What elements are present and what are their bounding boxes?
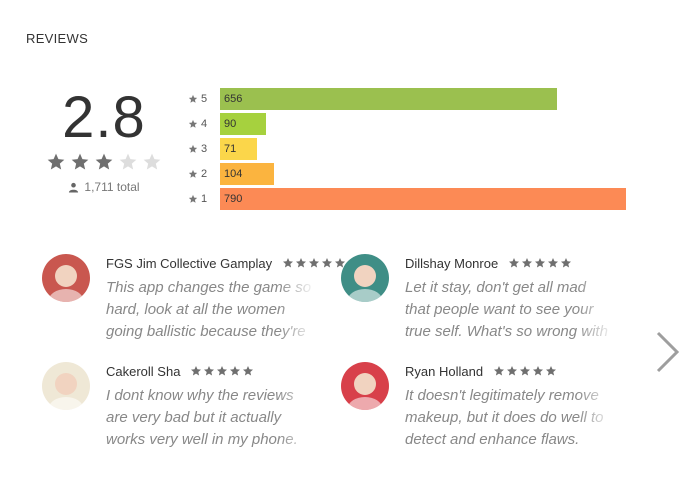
star-icon [533,366,544,376]
histogram-row: 4 90 [188,111,628,136]
star-empty-icon [119,153,137,170]
star-icon [188,144,198,153]
star-icon [296,258,307,268]
histogram-star-label: 4 [188,118,220,130]
star-icon [188,94,198,103]
star-icon [494,366,505,376]
histogram-row: 1 790 [188,186,628,211]
star-icon [309,258,320,268]
next-reviews-button[interactable] [652,330,682,374]
review-text: Let it stay, don't get all mad that peop… [405,279,608,340]
review-stars [508,257,572,269]
histogram-star-label: 2 [188,168,220,180]
star-icon [509,258,520,268]
star-filled-icon [95,153,113,170]
histogram-star-number: 3 [201,142,208,155]
star-filled-icon [47,153,65,170]
star-icon [230,366,241,376]
star-icon [217,366,228,376]
histogram-bar: 790 [220,187,626,210]
star-icon [204,366,215,376]
star-icon [188,119,198,128]
star-icon [520,366,531,376]
histogram-bar: 71 [220,137,257,160]
star-icon [546,366,557,376]
review-stars [190,365,254,377]
avatar[interactable] [341,362,389,410]
avatar[interactable] [42,254,90,302]
total-ratings-label: 1,711 total [84,180,140,194]
rating-histogram: 5 656 4 90 3 71 2 104 1 790 [188,86,628,211]
histogram-star-label: 1 [188,193,220,205]
avatar-anime-character [49,265,83,302]
reviewer-name[interactable]: Dillshay Monroe [405,256,498,271]
reviewer-name[interactable]: Ryan Holland [405,364,483,379]
histogram-star-number: 2 [201,167,208,180]
star-icon [561,258,572,268]
star-icon [535,258,546,268]
star-icon [191,366,202,376]
histogram-bar: 656 [220,87,557,110]
review-text: It doesn't legitimately remove makeup, b… [405,387,604,448]
histogram-row: 5 656 [188,86,628,111]
star-icon [283,258,294,268]
star-icon [548,258,559,268]
review-text: This app changes the game so hard, look … [106,279,312,340]
total-ratings: 1,711 total [44,180,164,194]
chevron-right-icon [656,331,680,373]
histogram-row: 3 71 [188,136,628,161]
review-stars [282,257,346,269]
star-icon [322,258,333,268]
star-icon [188,194,198,203]
histogram-bar: 104 [220,162,274,185]
star-icon [507,366,518,376]
review-stars [493,365,557,377]
histogram-star-label: 3 [188,143,220,155]
avatar-group-photo [348,373,382,410]
avatar-drawing [49,373,83,410]
histogram-row: 2 104 [188,161,628,186]
reviewer-name[interactable]: FGS Jim Collective Gamplay [106,256,272,271]
avatar[interactable] [341,254,389,302]
average-stars [44,152,164,174]
histogram-star-number: 4 [201,117,208,130]
star-empty-icon [143,153,161,170]
avatar-child-photo [348,265,382,302]
histogram-bar: 90 [220,112,266,135]
rating-summary: 2.8 1,711 total [44,86,164,194]
reviewer-name[interactable]: Cakeroll Sha [106,364,180,379]
section-title: REVIEWS [26,31,89,46]
histogram-star-label: 5 [188,93,220,105]
histogram-star-number: 1 [201,192,208,205]
review-text: I dont know why the reviews are very bad… [106,387,298,448]
average-score: 2.8 [62,85,146,150]
histogram-star-number: 5 [201,92,208,105]
star-icon [522,258,533,268]
star-filled-icon [71,153,89,170]
star-icon [243,366,254,376]
person-icon [69,182,79,193]
star-icon [188,169,198,178]
avatar[interactable] [42,362,90,410]
